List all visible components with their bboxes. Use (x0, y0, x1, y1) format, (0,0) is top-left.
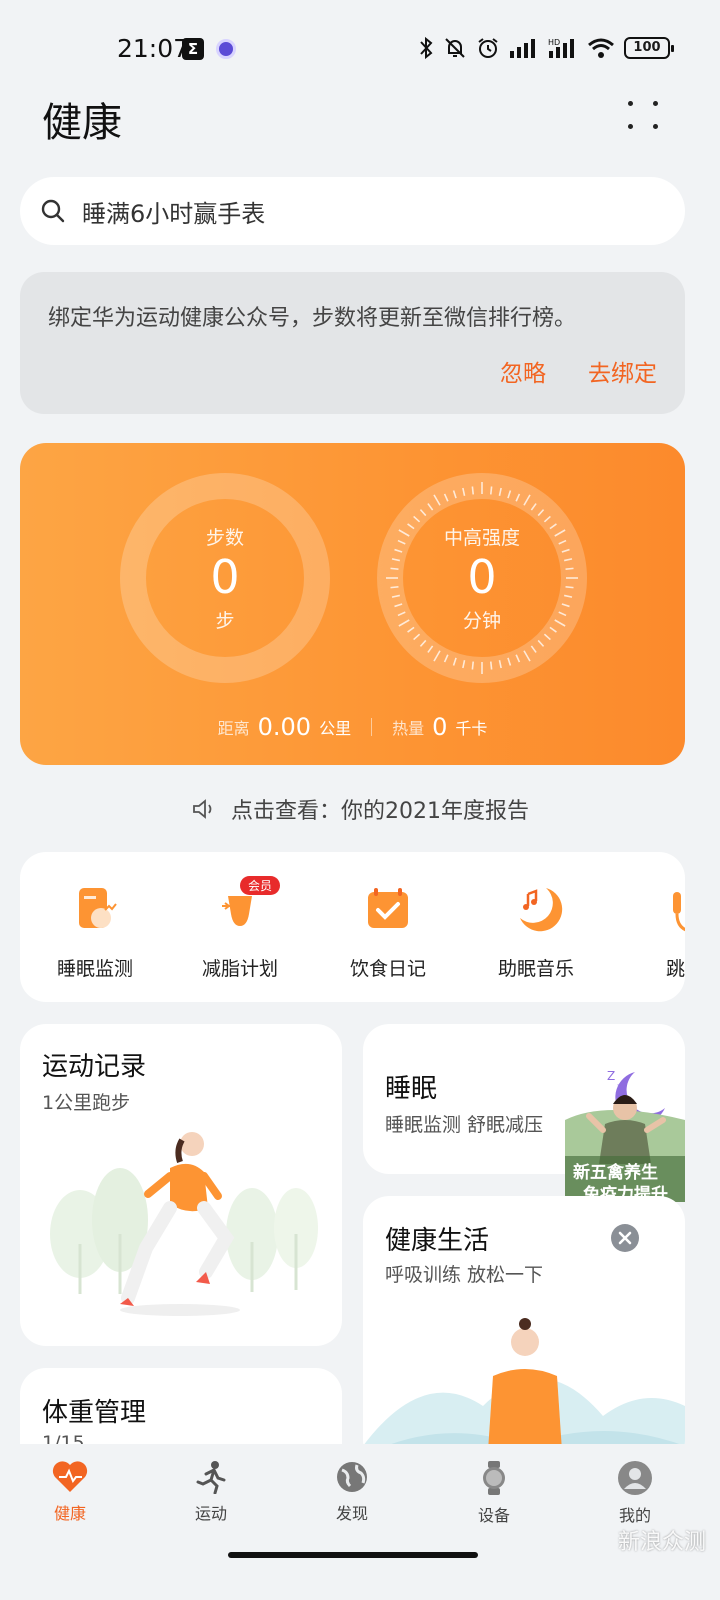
activity-footer: 距离 0.00 公里 热量 0 千卡 (20, 713, 685, 741)
heart-icon (52, 1461, 88, 1492)
activity-summary-card[interactable]: 步数 0 步 中高强度 0 分钟 距离 0.00 公里 热量 0 千卡 (20, 443, 685, 765)
bluetooth-icon (420, 36, 433, 60)
svg-text:HD: HD (548, 38, 560, 47)
steps-label: 步数 (205, 527, 244, 550)
bottom-navigation: 健康 运动 发现 设备 我的 (0, 1444, 720, 1544)
nav-item-devices[interactable]: 设备 (444, 1460, 544, 1526)
battery-icon: 100 (624, 37, 674, 59)
wechat-bind-card: 绑定华为运动健康公众号，步数将更新至微信排行榜。 忽略 去绑定 (20, 272, 685, 414)
close-icon (618, 1231, 632, 1245)
ignore-button[interactable]: 忽略 (500, 354, 546, 388)
report-text: 点击查看：你的2021年度报告 (231, 799, 529, 824)
shortcut-sleep-music[interactable]: 助眠音乐 (461, 880, 611, 981)
globe-icon (337, 1462, 367, 1492)
fat-loss-icon: 会员 (210, 876, 281, 940)
calories-value: 0 (432, 713, 448, 741)
sleep-music-icon (506, 880, 566, 940)
exercise-card-subtitle: 1公里跑步 (42, 1092, 131, 1114)
nav-label: 发现 (335, 1504, 368, 1523)
weight-card-title: 体重管理 (42, 1398, 147, 1428)
calories-label: 热量 (392, 719, 425, 738)
shortcut-label: 饮食日记 (349, 958, 426, 980)
footer-divider (371, 718, 373, 736)
shortcut-label: 跳绳 (665, 958, 685, 980)
intensity-ring: 中高强度 0 分钟 (377, 473, 587, 683)
nav-label: 健康 (53, 1504, 86, 1523)
close-card-button[interactable] (611, 1224, 639, 1252)
steps-ring: 步数 0 步 (120, 473, 330, 683)
search-bar[interactable]: 睡满6小时赢手表 (20, 177, 685, 245)
shortcut-diet-diary[interactable]: 饮食日记 (313, 880, 463, 981)
shortcut-label: 助眠音乐 (497, 958, 574, 980)
search-placeholder: 睡满6小时赢手表 (82, 199, 266, 228)
hd-signal-icon: HD (548, 38, 574, 58)
nav-label: 运动 (194, 1504, 227, 1523)
wuqin-promo-banner[interactable]: Z z 新五禽养生 免疫力提升 (565, 1064, 685, 1205)
shortcuts-row: 睡眠监测 会员 减脂计划 饮食日记 助眠音乐 跳绳 (20, 852, 685, 1002)
healthy-life-card[interactable]: 健康生活 呼吸训练 放松一下 (363, 1196, 685, 1466)
nav-item-me[interactable]: 我的 (585, 1460, 685, 1526)
exercise-card-title: 运动记录 (42, 1052, 147, 1082)
steps-unit: 步 (215, 609, 235, 632)
annual-report-link[interactable]: 点击查看：你的2021年度报告 (0, 793, 720, 825)
home-indicator[interactable] (228, 1552, 478, 1558)
nav-label: 我的 (618, 1506, 651, 1525)
running-icon (196, 1461, 226, 1494)
signal-icon (510, 39, 535, 58)
search-icon (41, 199, 65, 223)
healthy-life-title: 健康生活 (385, 1226, 490, 1256)
bind-message: 绑定华为运动健康公众号，步数将更新至微信排行榜。 (48, 306, 577, 331)
healthy-life-subtitle: 呼吸训练 放松一下 (385, 1264, 544, 1286)
more-options-button[interactable] (628, 101, 662, 131)
sleep-card-subtitle: 睡眠监测 舒眠减压 (385, 1114, 544, 1136)
svg-text:z: z (617, 1082, 622, 1093)
shortcut-label: 睡眠监测 (56, 958, 133, 980)
distance-label: 距离 (217, 719, 250, 738)
shortcut-sleep-monitor[interactable]: 睡眠监测 (20, 880, 170, 981)
calories-unit: 千卡 (455, 719, 488, 738)
profile-icon (618, 1461, 652, 1495)
alarm-icon (478, 38, 498, 58)
sleep-monitor-icon (65, 880, 125, 940)
nav-item-exercise[interactable]: 运动 (161, 1460, 261, 1524)
steps-value: 0 (210, 550, 240, 605)
watermark: 新浪众测 (618, 1530, 707, 1555)
intensity-unit: 分钟 (462, 609, 501, 632)
intensity-value: 0 (467, 550, 497, 605)
shortcut-fat-loss[interactable]: 会员 减脂计划 (165, 876, 315, 981)
app-notification-icon (216, 39, 236, 59)
wifi-icon (588, 38, 614, 58)
shortcut-label: 减脂计划 (201, 958, 278, 980)
page-title: 健康 (42, 100, 122, 146)
exercise-record-card[interactable]: 运动记录 1公里跑步 (20, 1024, 342, 1346)
runner-illustration (50, 1132, 318, 1316)
nav-label: 设备 (477, 1506, 510, 1525)
svg-text:Z: Z (607, 1069, 615, 1083)
bind-button[interactable]: 去绑定 (588, 354, 657, 388)
mute-bell-icon (445, 38, 465, 58)
nav-item-discover[interactable]: 发现 (302, 1460, 402, 1524)
sigma-app-icon: Σ (182, 38, 204, 60)
nav-item-health[interactable]: 健康 (20, 1460, 120, 1524)
speaker-icon (193, 799, 212, 819)
status-bar: 21:07 Σ HD 100 (0, 28, 720, 72)
watch-icon (483, 1461, 505, 1495)
intensity-label: 中高强度 (443, 527, 520, 550)
meditation-illustration (363, 1318, 685, 1466)
jump-rope-icon (655, 880, 685, 940)
distance-unit: 公里 (319, 719, 352, 738)
sleep-card-title: 睡眠 (385, 1074, 438, 1104)
status-time: 21:07 (117, 34, 190, 63)
shortcut-jump-rope[interactable]: 跳绳 (610, 880, 685, 981)
vip-badge: 会员 (240, 876, 281, 895)
diet-diary-icon (358, 880, 418, 940)
distance-value: 0.00 (257, 713, 312, 741)
